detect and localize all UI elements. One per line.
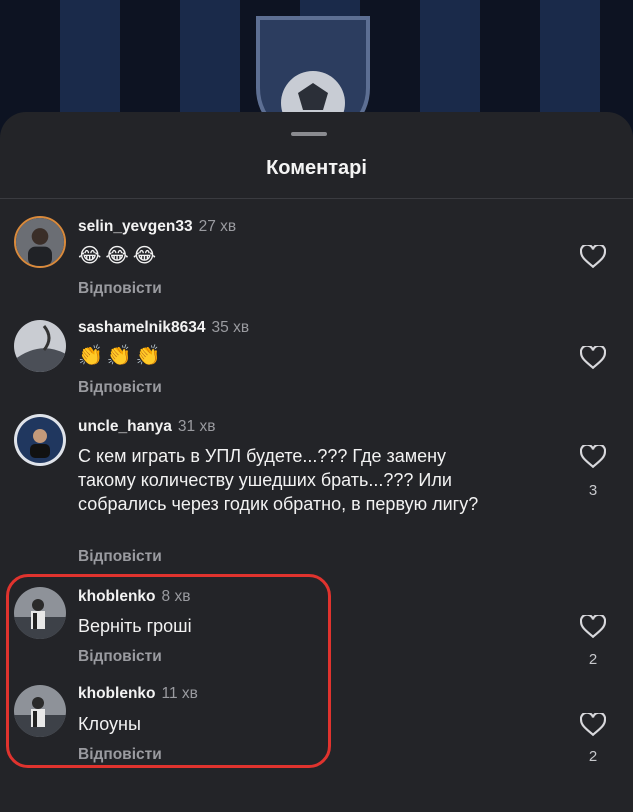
- comment-time: 31 хв: [177, 418, 216, 435]
- comment-text: 😂😂😂: [78, 245, 161, 267]
- reply-button[interactable]: Відповісти: [78, 280, 162, 298]
- like-count: 3: [588, 482, 598, 499]
- heart-icon[interactable]: [580, 713, 606, 737]
- avatar[interactable]: [14, 320, 66, 372]
- highlight-annotation: [6, 574, 331, 768]
- username[interactable]: uncle_hanya: [78, 418, 172, 435]
- sheet-title: Коментарі: [266, 157, 367, 179]
- comment-time: 27 хв: [198, 218, 237, 235]
- comment-time: 35 хв: [211, 319, 250, 336]
- username[interactable]: sashamelnik8634: [78, 319, 206, 336]
- heart-icon[interactable]: [580, 346, 606, 370]
- heart-icon[interactable]: [580, 615, 606, 639]
- sheet-drag-handle[interactable]: [291, 132, 327, 136]
- like-count: 2: [588, 748, 598, 765]
- like-count: 2: [588, 651, 598, 668]
- avatar[interactable]: [14, 414, 66, 466]
- comment-text: С кем играть в УПЛ будете...??? Где заме…: [78, 446, 479, 514]
- heart-icon[interactable]: [580, 245, 606, 269]
- divider: [0, 198, 633, 199]
- comment-text: 👏👏👏: [78, 345, 165, 367]
- avatar[interactable]: [14, 216, 66, 268]
- reply-button[interactable]: Відповісти: [78, 379, 162, 397]
- reply-button[interactable]: Відповісти: [78, 548, 162, 566]
- username[interactable]: selin_yevgen33: [78, 218, 193, 235]
- heart-icon[interactable]: [580, 445, 606, 469]
